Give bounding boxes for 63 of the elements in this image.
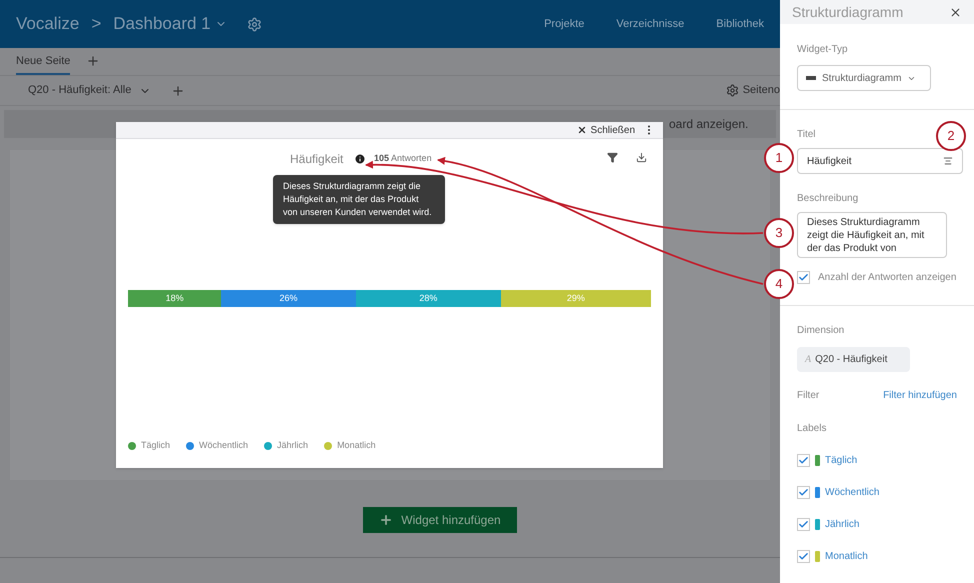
checkbox[interactable] <box>797 550 810 563</box>
tooltip-text: Dieses Strukturdiagramm zeigt die Häufigkeit an, mit der das Produkt von unseren Kunden verwendet wird. <box>283 180 433 219</box>
add-page-icon[interactable] <box>86 54 100 68</box>
settings-icon[interactable] <box>246 16 262 32</box>
field-label: Filter <box>797 389 820 403</box>
label-name[interactable]: Täglich <box>825 453 858 468</box>
add-filter-icon[interactable] <box>171 84 186 98</box>
align-center-icon[interactable] <box>943 156 953 166</box>
banner-text: oard anzeigen. <box>669 116 748 133</box>
legend-label: Jährlich <box>277 439 308 452</box>
check-icon <box>798 519 809 530</box>
field-label: Beschreibung <box>797 192 858 206</box>
field-label: Labels <box>797 422 826 436</box>
check-icon <box>798 272 809 283</box>
dimension-chip[interactable]: A Q20 - Häufigkeit <box>797 347 910 372</box>
chart-title: Häufigkeit <box>290 151 344 168</box>
label-name[interactable]: Wöchentlich <box>825 485 880 500</box>
text-type-icon: A <box>805 352 812 367</box>
dashboard-menu[interactable]: Dashboard 1 <box>113 11 227 37</box>
field-label: Widget-Typ <box>797 43 848 57</box>
filter-icon[interactable] <box>607 152 618 163</box>
bar-segment: 28% <box>356 290 501 307</box>
nav-link[interactable]: Bibliothek <box>716 16 764 32</box>
bar-icon <box>806 76 816 80</box>
filter-dropdown[interactable]: Q20 - Häufigkeit: Alle <box>28 82 152 99</box>
download-icon[interactable] <box>636 152 647 163</box>
checkbox[interactable] <box>797 271 810 284</box>
legend-label: Täglich <box>141 439 170 452</box>
bar-segment: 18% <box>128 290 222 307</box>
checkbox-label: Anzahl der Antworten anzeigen <box>818 271 956 285</box>
page-settings-button[interactable]: Seiteno <box>726 82 780 99</box>
close-button[interactable]: Schließen <box>576 122 635 138</box>
checkbox[interactable] <box>797 486 810 499</box>
description-field[interactable]: Dieses Strukturdiagramm zeigt die Häufigkeit an, mit der das Produkt von <box>797 212 947 258</box>
checkbox[interactable] <box>797 454 810 467</box>
add-widget-button[interactable]: Widget hinzufügen <box>363 507 517 533</box>
label-name[interactable]: Monatlich <box>825 549 868 564</box>
check-icon <box>798 551 809 562</box>
field-label: Titel <box>797 128 816 142</box>
add-filter-link[interactable]: Filter hinzufügen <box>883 388 957 403</box>
nav-link[interactable]: Verzeichnisse <box>616 16 684 32</box>
bar-segment: 29% <box>500 290 651 307</box>
title-field[interactable]: Häufigkeit <box>797 148 963 174</box>
close-icon[interactable] <box>949 6 962 18</box>
gear-icon <box>726 84 739 97</box>
info-icon[interactable] <box>354 153 366 165</box>
nav-link[interactable]: Projekte <box>544 16 584 32</box>
legend-label: Monatlich <box>337 439 376 452</box>
widget-type-dropdown[interactable]: Strukturdiagramm <box>797 65 931 91</box>
plus-icon <box>379 513 394 527</box>
field-label: Dimension <box>797 324 844 338</box>
panel-title: Strukturdiagramm <box>792 2 904 22</box>
check-icon <box>798 455 809 466</box>
page-tab[interactable]: Neue Seite <box>16 52 70 75</box>
check-icon <box>798 487 809 498</box>
label-name[interactable]: Jährlich <box>825 517 860 532</box>
legend-label: Wöchentlich <box>199 439 248 452</box>
close-icon <box>576 125 587 135</box>
response-count: 105 Antworten <box>374 152 432 166</box>
breadcrumb-separator: > <box>90 13 102 36</box>
bar-segment: 26% <box>221 290 356 307</box>
checkbox[interactable] <box>797 518 810 531</box>
brand-name[interactable]: Vocalize <box>16 11 80 37</box>
